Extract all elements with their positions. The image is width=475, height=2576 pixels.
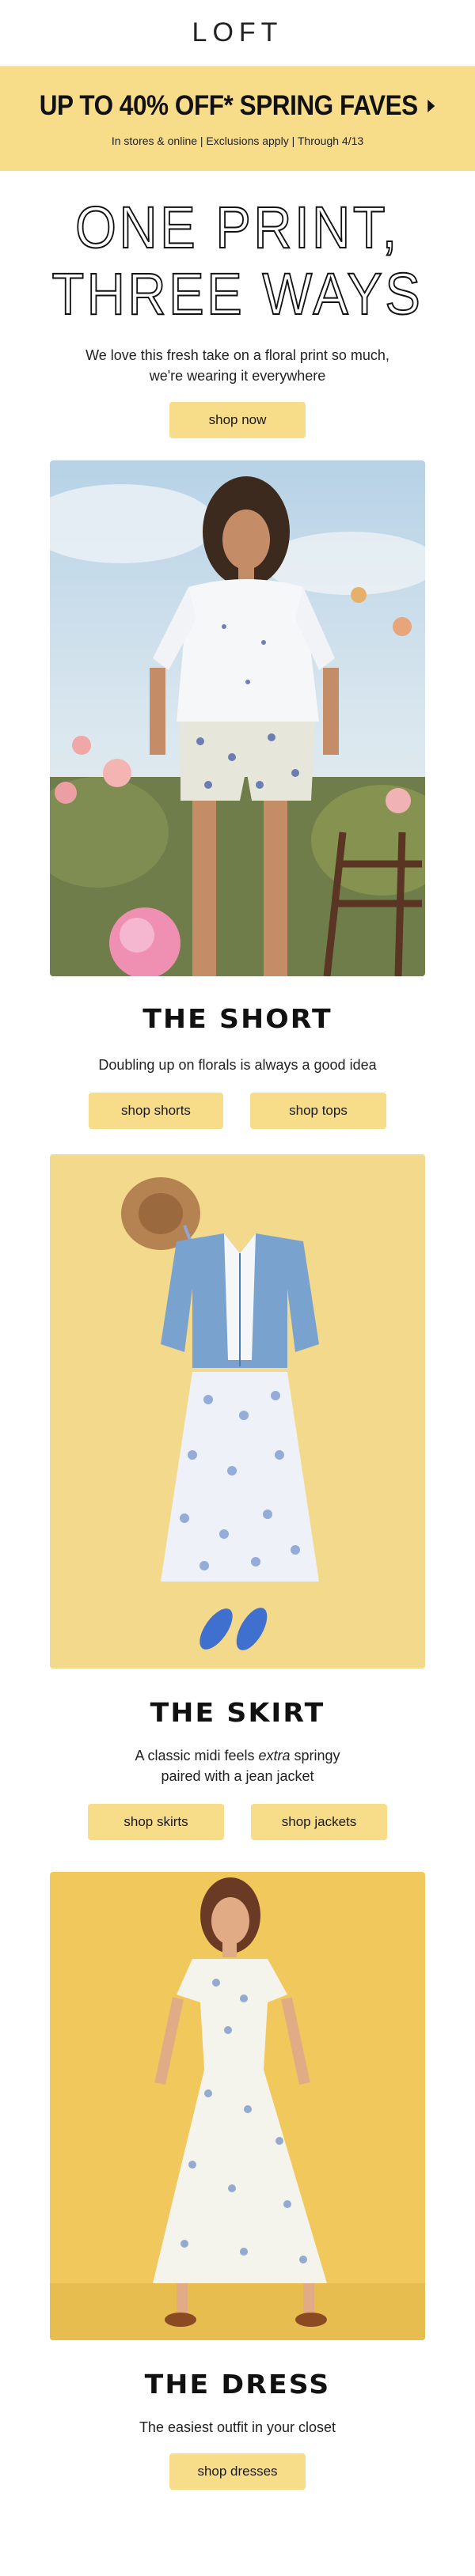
hero-desc-line-2: we're wearing it everywhere xyxy=(149,368,326,384)
promo-subtitle: In stores & online | Exclusions apply | … xyxy=(111,134,364,147)
skirt-sub-post: springy xyxy=(290,1748,340,1763)
short-title: THE SHORT xyxy=(142,1003,332,1034)
hero-desc-line-1: We love this fresh take on a floral prin… xyxy=(86,347,390,363)
header: LOFT xyxy=(0,0,475,66)
skirt-sub-pre: A classic midi feels xyxy=(135,1748,259,1763)
shop-tops-button[interactable]: shop tops xyxy=(250,1093,386,1129)
promo-banner[interactable]: UP TO 40% OFF* SPRING FAVES In stores & … xyxy=(0,66,475,171)
skirt-subtitle-line-2: paired with a jean jacket xyxy=(161,1768,314,1784)
dress-section: THE DRESS The easiest outfit in your clo… xyxy=(0,2369,475,2490)
shop-skirts-button[interactable]: shop skirts xyxy=(88,1804,224,1840)
hero-heading-line-1: ONE PRINT, xyxy=(74,194,400,261)
skirt-title: THE SKIRT xyxy=(150,1697,325,1728)
hero-heading-line-2: THREE WAYS xyxy=(51,260,424,328)
promo-title-text: UP TO 40% OFF* SPRING FAVES xyxy=(40,90,419,121)
skirt-subtitle-line-1: A classic midi feels extra springy xyxy=(0,1745,475,1766)
short-outfit-photo[interactable] xyxy=(50,460,425,976)
dress-model-illustration xyxy=(50,1872,425,2340)
hero-description: We love this fresh take on a floral prin… xyxy=(0,345,475,386)
promo-title[interactable]: UP TO 40% OFF* SPRING FAVES xyxy=(40,90,435,122)
skirt-sub-emphasis: extra xyxy=(258,1748,291,1763)
skirt-section: THE SKIRT A classic midi feels extra spr… xyxy=(0,1697,475,1840)
dress-title: THE DRESS xyxy=(144,2369,331,2400)
caret-right-icon xyxy=(428,100,435,112)
short-section: THE SHORT Doubling up on florals is alwa… xyxy=(0,1003,475,1129)
short-outfit-illustration xyxy=(50,460,425,976)
email-page: LOFT UP TO 40% OFF* SPRING FAVES In stor… xyxy=(0,0,475,2576)
shop-dresses-button[interactable]: shop dresses xyxy=(169,2453,306,2490)
shop-now-button[interactable]: shop now xyxy=(169,402,306,438)
skirt-outfit-photo[interactable] xyxy=(50,1154,425,1669)
shop-shorts-button[interactable]: shop shorts xyxy=(89,1093,223,1129)
skirt-flatlay-illustration xyxy=(50,1154,425,1669)
dress-outfit-photo[interactable] xyxy=(50,1872,425,2340)
dress-subtitle: The easiest outfit in your closet xyxy=(139,2419,336,2435)
hero-section: ONE PRINT, THREE WAYS We love this fresh… xyxy=(0,171,475,438)
short-subtitle: Doubling up on florals is always a good … xyxy=(98,1057,377,1073)
shop-jackets-button[interactable]: shop jackets xyxy=(251,1804,387,1840)
skirt-subtitle: A classic midi feels extra springy paire… xyxy=(0,1745,475,1786)
loft-logo[interactable]: LOFT xyxy=(192,17,283,48)
